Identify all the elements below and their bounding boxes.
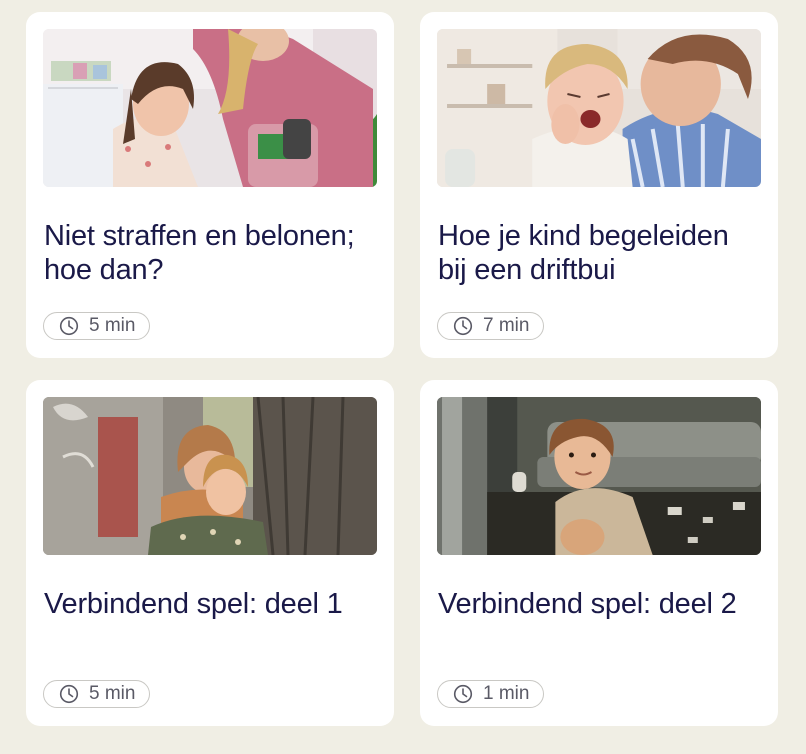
clock-icon — [453, 316, 473, 336]
article-title: Niet straffen en belonen; hoe dan? — [44, 220, 355, 286]
article-title: Verbindend spel: deel 2 — [438, 588, 737, 620]
article-card[interactable]: Hoe je kind begeleiden bij een driftbui … — [420, 12, 778, 358]
article-thumbnail — [437, 29, 761, 187]
article-card[interactable]: Verbindend spel: deel 1 5 min — [26, 380, 394, 726]
article-title: Hoe je kind begeleiden bij een driftbui — [438, 220, 729, 286]
duration-text: 5 min — [89, 315, 136, 336]
duration-badge: 5 min — [43, 680, 151, 708]
article-grid: Niet straffen en belonen; hoe dan? 5 min — [26, 12, 778, 726]
duration-text: 5 min — [89, 683, 136, 704]
duration-badge: 5 min — [43, 312, 151, 340]
article-thumbnail — [43, 29, 377, 187]
clock-icon — [453, 684, 473, 704]
clock-icon — [59, 316, 79, 336]
duration-text: 1 min — [483, 683, 530, 704]
article-card[interactable]: Verbindend spel: deel 2 1 min — [420, 380, 778, 726]
article-card[interactable]: Niet straffen en belonen; hoe dan? 5 min — [26, 12, 394, 358]
article-thumbnail — [437, 397, 761, 555]
article-title: Verbindend spel: deel 1 — [44, 588, 343, 620]
duration-badge: 1 min — [437, 680, 545, 708]
clock-icon — [59, 684, 79, 704]
duration-badge: 7 min — [437, 312, 545, 340]
article-thumbnail — [43, 397, 377, 555]
duration-text: 7 min — [483, 315, 530, 336]
